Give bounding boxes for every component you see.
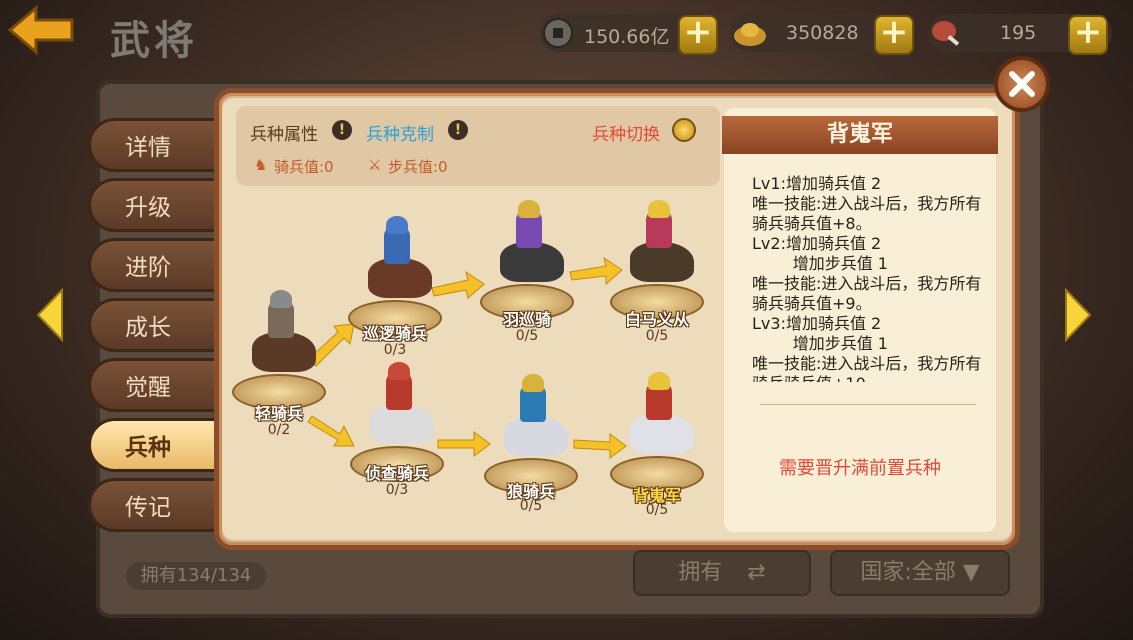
coin-icon xyxy=(543,18,573,48)
tab-label: 兵种 xyxy=(125,435,171,461)
horse-sprite xyxy=(500,242,564,282)
unit-progress: 0/2 xyxy=(267,422,291,438)
helmet-sprite xyxy=(270,290,292,308)
unit-feather-patrol[interactable]: 羽巡骑 0/5 xyxy=(472,200,582,344)
add-silver-button[interactable]: + xyxy=(678,15,718,55)
own-count: 拥有134/134 xyxy=(126,562,266,590)
cavalry-value: 骑兵值:0 xyxy=(274,158,334,176)
meat-icon xyxy=(932,21,960,46)
tab-growth[interactable]: 成长 xyxy=(88,298,218,352)
unit-progress: 0/5 xyxy=(519,498,543,514)
divider xyxy=(760,404,976,405)
troop-detail-text: Lv1:增加骑兵值 2 唯一技能:进入战斗后，我方所有骑兵骑兵值+8。 Lv2:… xyxy=(752,174,982,382)
tab-label: 觉醒 xyxy=(125,375,171,401)
helmet-sprite xyxy=(518,200,540,218)
helmet-sprite xyxy=(386,216,408,234)
troop-detail-title: 背嵬军 xyxy=(722,116,998,154)
horse-sprite xyxy=(630,242,694,282)
horse-sprite xyxy=(368,258,432,298)
horse-sprite xyxy=(252,332,316,372)
unit-white-horse[interactable]: 白马义从 0/5 xyxy=(602,200,712,344)
silver-value: 150.66亿 xyxy=(584,26,670,48)
own-sort-button[interactable]: 拥有 ⇄ xyxy=(633,550,811,596)
next-general-button[interactable] xyxy=(1062,287,1094,343)
tab-awaken[interactable]: 觉醒 xyxy=(88,358,218,412)
helmet-sprite xyxy=(648,200,670,218)
cavalry-icon: ♞ xyxy=(254,156,268,174)
back-arrow-icon xyxy=(7,4,74,56)
tab-upgrade[interactable]: 升级 xyxy=(88,178,218,232)
troop-switch-label[interactable]: 兵种切换 xyxy=(592,120,660,145)
unit-scout-cavalry[interactable]: 侦查骑兵 0/3 xyxy=(342,362,452,498)
unit-name: 羽巡骑 xyxy=(502,310,551,329)
arrow-left-icon xyxy=(36,287,63,343)
close-icon xyxy=(1009,71,1035,97)
troop-counter-link[interactable]: 兵种克制 xyxy=(366,120,434,145)
tab-details[interactable]: 详情 xyxy=(88,118,218,172)
requirement-text: 需要晋升满前置兵种 xyxy=(779,458,941,479)
unit-name: 巡逻骑兵 xyxy=(362,324,427,343)
unit-progress: 0/3 xyxy=(385,482,409,498)
counter-info-icon[interactable]: ! xyxy=(448,120,468,140)
attribute-info-icon[interactable]: ! xyxy=(332,120,352,140)
infantry-icon: ⚔ xyxy=(368,156,382,174)
unit-progress: 0/5 xyxy=(645,502,669,518)
tab-biography[interactable]: 传记 xyxy=(88,478,218,532)
tab-label: 详情 xyxy=(125,135,171,161)
tab-advance[interactable]: 进阶 xyxy=(88,238,218,292)
back-arrow-button[interactable] xyxy=(6,4,76,56)
unit-light-cavalry[interactable]: 轻骑兵 0/2 xyxy=(224,290,334,438)
switch-icon[interactable] xyxy=(672,118,696,142)
unit-name: 白马义从 xyxy=(624,310,689,329)
helmet-sprite xyxy=(522,374,544,392)
prev-general-button[interactable] xyxy=(34,287,66,343)
country-filter-dropdown[interactable]: 国家:全部 ▼ xyxy=(830,550,1010,596)
page-title: 武将 xyxy=(110,18,198,64)
stamina-resource: 195 + xyxy=(928,14,1112,55)
unit-beiwei-army[interactable]: 背嵬军 0/5 xyxy=(602,372,712,518)
tab-troops[interactable]: 兵种 xyxy=(88,418,218,472)
unit-progress: 0/3 xyxy=(383,342,407,358)
unit-name: 轻骑兵 xyxy=(254,404,303,423)
helmet-sprite xyxy=(388,362,410,380)
infantry-value: 步兵值:0 xyxy=(388,158,448,176)
tab-label: 进阶 xyxy=(125,255,171,281)
unit-progress: 0/5 xyxy=(645,328,669,344)
troop-attribute-label: 兵种属性 xyxy=(250,125,318,145)
horse-sprite xyxy=(504,416,568,456)
tab-label: 升级 xyxy=(125,195,171,221)
gold-value: 350828 xyxy=(786,22,859,44)
unit-patrol-cavalry[interactable]: 巡逻骑兵 0/3 xyxy=(340,216,450,358)
country-filter-label: 国家:全部 xyxy=(860,560,956,585)
helmet-sprite xyxy=(648,372,670,390)
close-button[interactable] xyxy=(994,56,1050,112)
unit-name: 侦查骑兵 xyxy=(364,464,429,483)
gold-ingot-icon xyxy=(734,23,766,46)
horse-sprite xyxy=(370,404,434,444)
tab-label: 传记 xyxy=(125,495,171,521)
add-stamina-button[interactable]: + xyxy=(1068,15,1108,55)
swap-icon: ⇄ xyxy=(747,560,766,585)
unit-progress: 0/5 xyxy=(515,328,539,344)
horse-sprite xyxy=(630,414,694,454)
arrow-right-icon xyxy=(1065,287,1092,343)
dropdown-triangle-icon: ▼ xyxy=(962,560,980,585)
gold-resource: 350828 + xyxy=(730,14,914,55)
add-gold-button[interactable]: + xyxy=(874,15,914,55)
unit-wolf-cavalry[interactable]: 狼骑兵 0/5 xyxy=(476,374,586,514)
stamina-value: 195 xyxy=(1000,22,1037,44)
own-sort-label: 拥有 xyxy=(678,560,723,585)
silver-resource: 150.66亿 + xyxy=(540,14,718,55)
tab-label: 成长 xyxy=(125,315,171,341)
